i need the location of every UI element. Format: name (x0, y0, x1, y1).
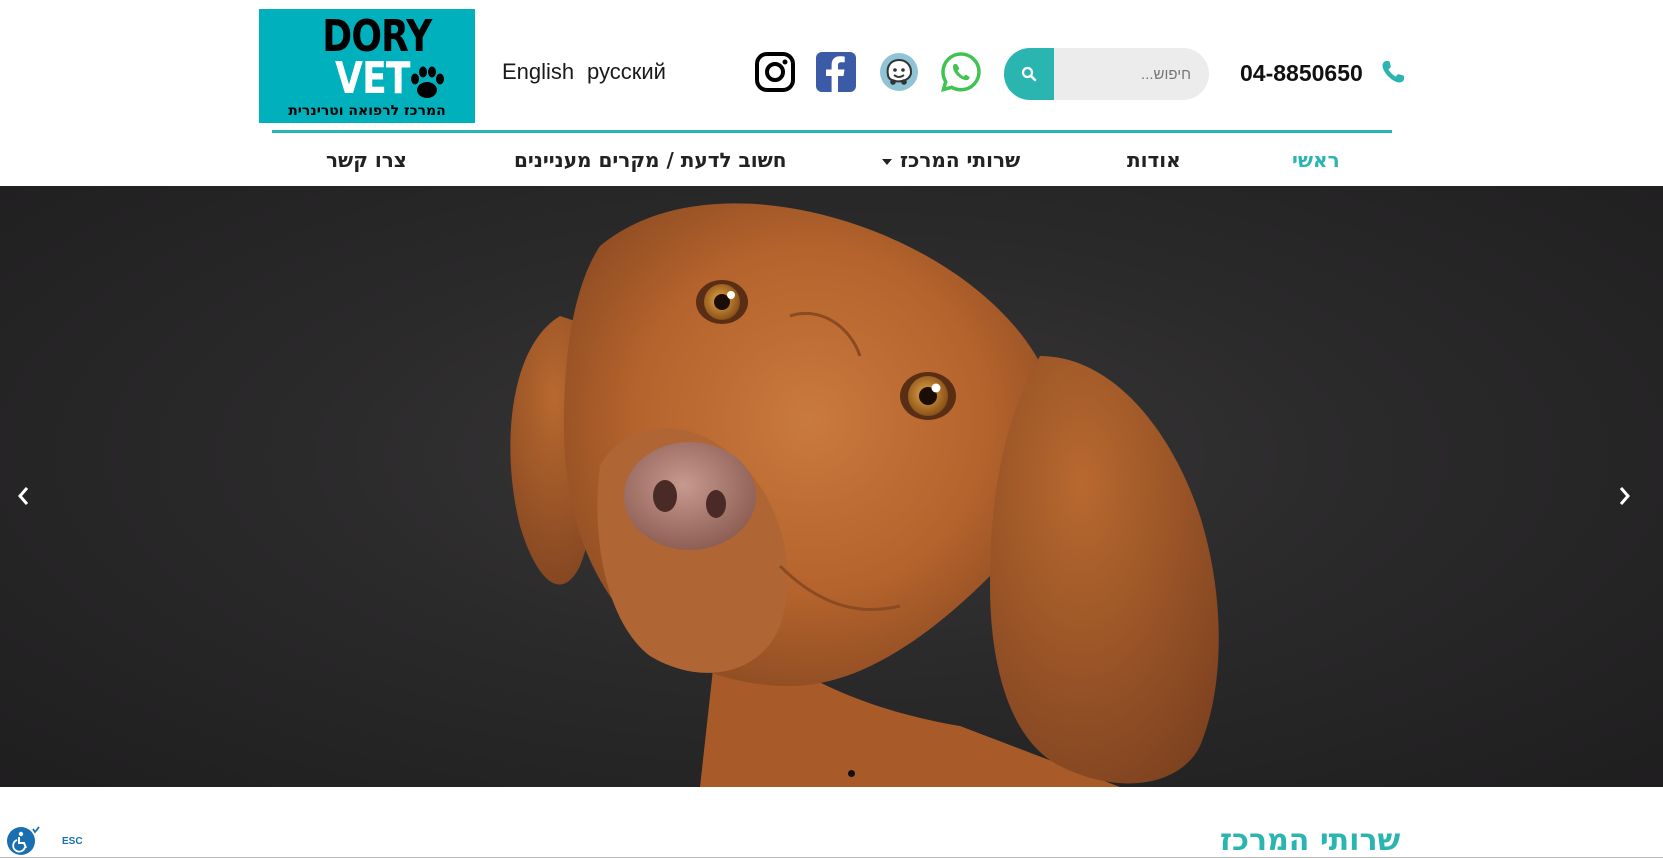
accessibility-icon[interactable] (6, 826, 40, 856)
nav-item-home[interactable]: ראשי (1292, 148, 1340, 172)
slider-prev-button[interactable] (8, 476, 38, 516)
search-input[interactable] (1056, 48, 1201, 100)
hero-slider (0, 186, 1663, 787)
header-divider (272, 130, 1392, 133)
nav-item-contact[interactable]: צרו קשר (326, 148, 407, 172)
waze-icon[interactable] (878, 51, 920, 93)
chevron-left-icon (18, 487, 29, 505)
facebook-icon[interactable] (815, 51, 857, 93)
language-russian-link[interactable]: русский (587, 59, 666, 85)
page: DORY VET המרכז לרפואה וטרינרית English р… (0, 0, 1663, 858)
nav-item-services-label: שרותי המרכז (900, 148, 1021, 172)
site-header: DORY VET המרכז לרפואה וטרינרית English р… (0, 0, 1663, 186)
instagram-icon[interactable] (754, 51, 796, 93)
nav-item-services[interactable]: שרותי המרכז (882, 148, 1020, 172)
nav-item-about[interactable]: אודות (1127, 148, 1181, 172)
language-english-link[interactable]: English (502, 59, 574, 85)
accessibility-esc-label[interactable]: ESC (62, 836, 83, 847)
logo-subtitle: המרכז לרפואה וטרינרית (288, 103, 446, 119)
section-title: שרותי המרכז (1220, 823, 1401, 858)
search-button[interactable] (1004, 48, 1054, 100)
whatsapp-icon[interactable] (940, 51, 982, 93)
search-icon (1021, 66, 1037, 82)
chevron-right-icon (1619, 487, 1630, 505)
hero-dog-image (510, 203, 1219, 787)
paw-icon (411, 66, 444, 98)
chevron-down-icon (882, 158, 892, 165)
nav-item-important[interactable]: חשוב לדעת / מקרים מעניינים (514, 148, 787, 172)
phone-icon[interactable] (1379, 58, 1407, 86)
slider-next-button[interactable] (1610, 476, 1640, 516)
slider-dot[interactable] (848, 770, 855, 777)
logo-title-bottom: VET (335, 53, 411, 104)
search-box (1004, 48, 1209, 100)
phone-number-link[interactable]: 04-8850650 (1240, 60, 1363, 87)
site-logo[interactable]: DORY VET המרכז לרפואה וטרינרית (259, 9, 475, 123)
